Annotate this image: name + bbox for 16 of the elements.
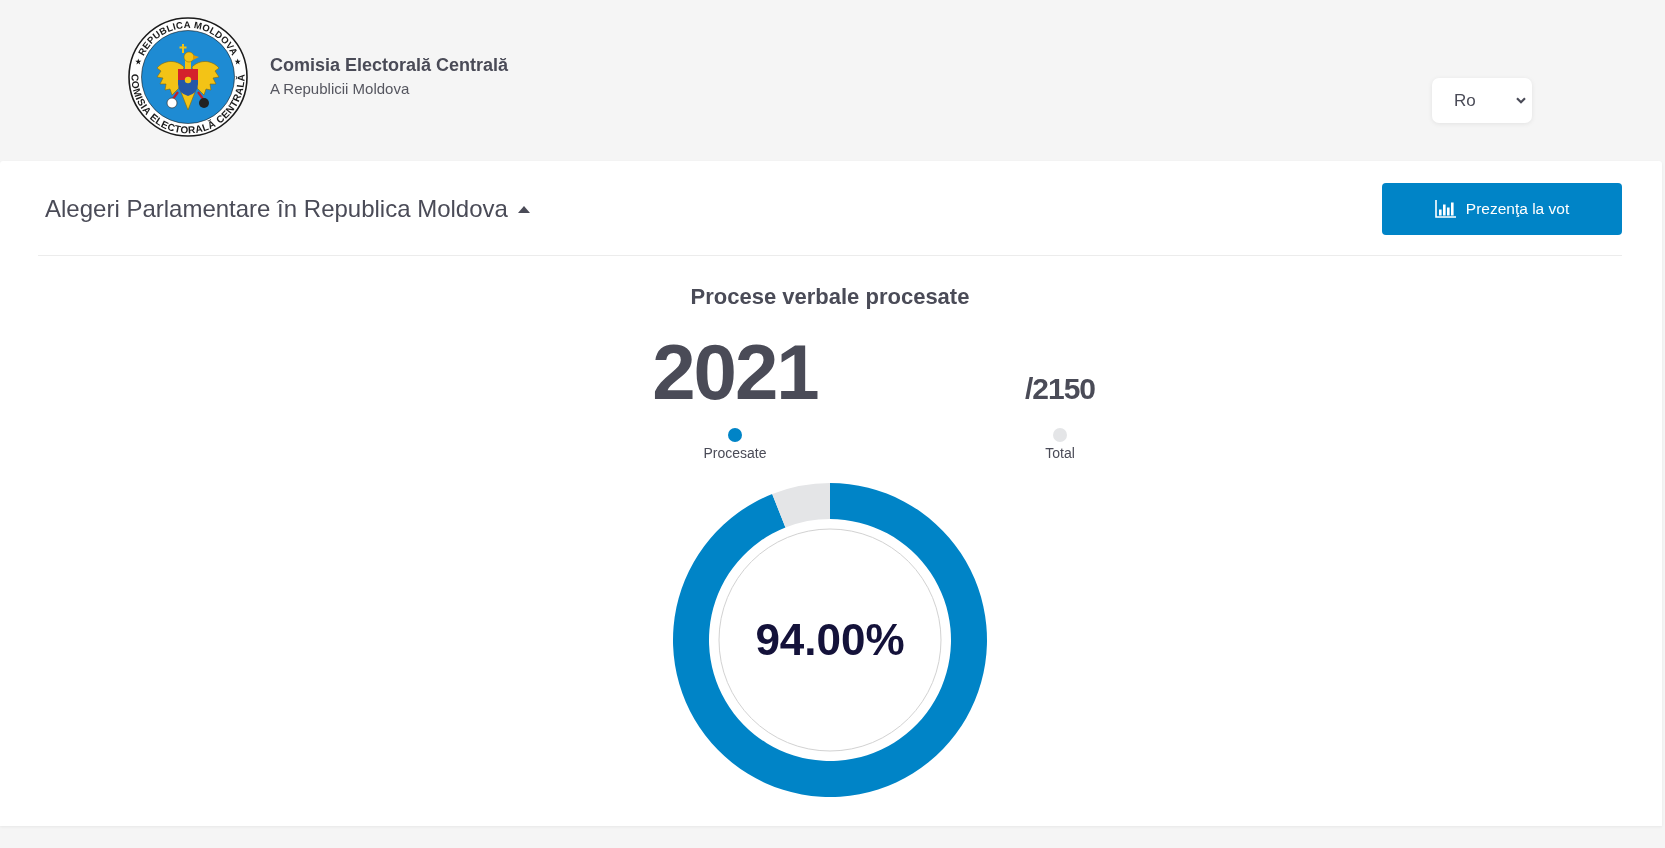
percent-label: 94.00% xyxy=(755,615,905,665)
turnout-button[interactable]: Prezenţa la vot xyxy=(1382,183,1622,235)
chart-title: Procese verbale procesate xyxy=(689,284,971,310)
organization-subtitle: A Republicii Moldova xyxy=(270,79,411,99)
caret-up-icon xyxy=(517,205,530,213)
processed-count: 2021 xyxy=(652,332,818,412)
legend-label: Procesate xyxy=(703,445,767,462)
total-count: /2150 xyxy=(1024,372,1096,406)
chevron-down-icon xyxy=(1516,97,1526,104)
star-icon xyxy=(234,58,241,65)
bar-chart-icon xyxy=(1434,200,1456,218)
election-dropdown[interactable]: Alegeri Parlamentare în Republica Moldova xyxy=(38,195,530,223)
language-select[interactable]: Ro xyxy=(1432,78,1532,123)
organization-name: Comisia Electorală Centrală xyxy=(270,54,509,76)
star-icon xyxy=(135,58,142,65)
legend-label: Total xyxy=(1045,445,1075,462)
